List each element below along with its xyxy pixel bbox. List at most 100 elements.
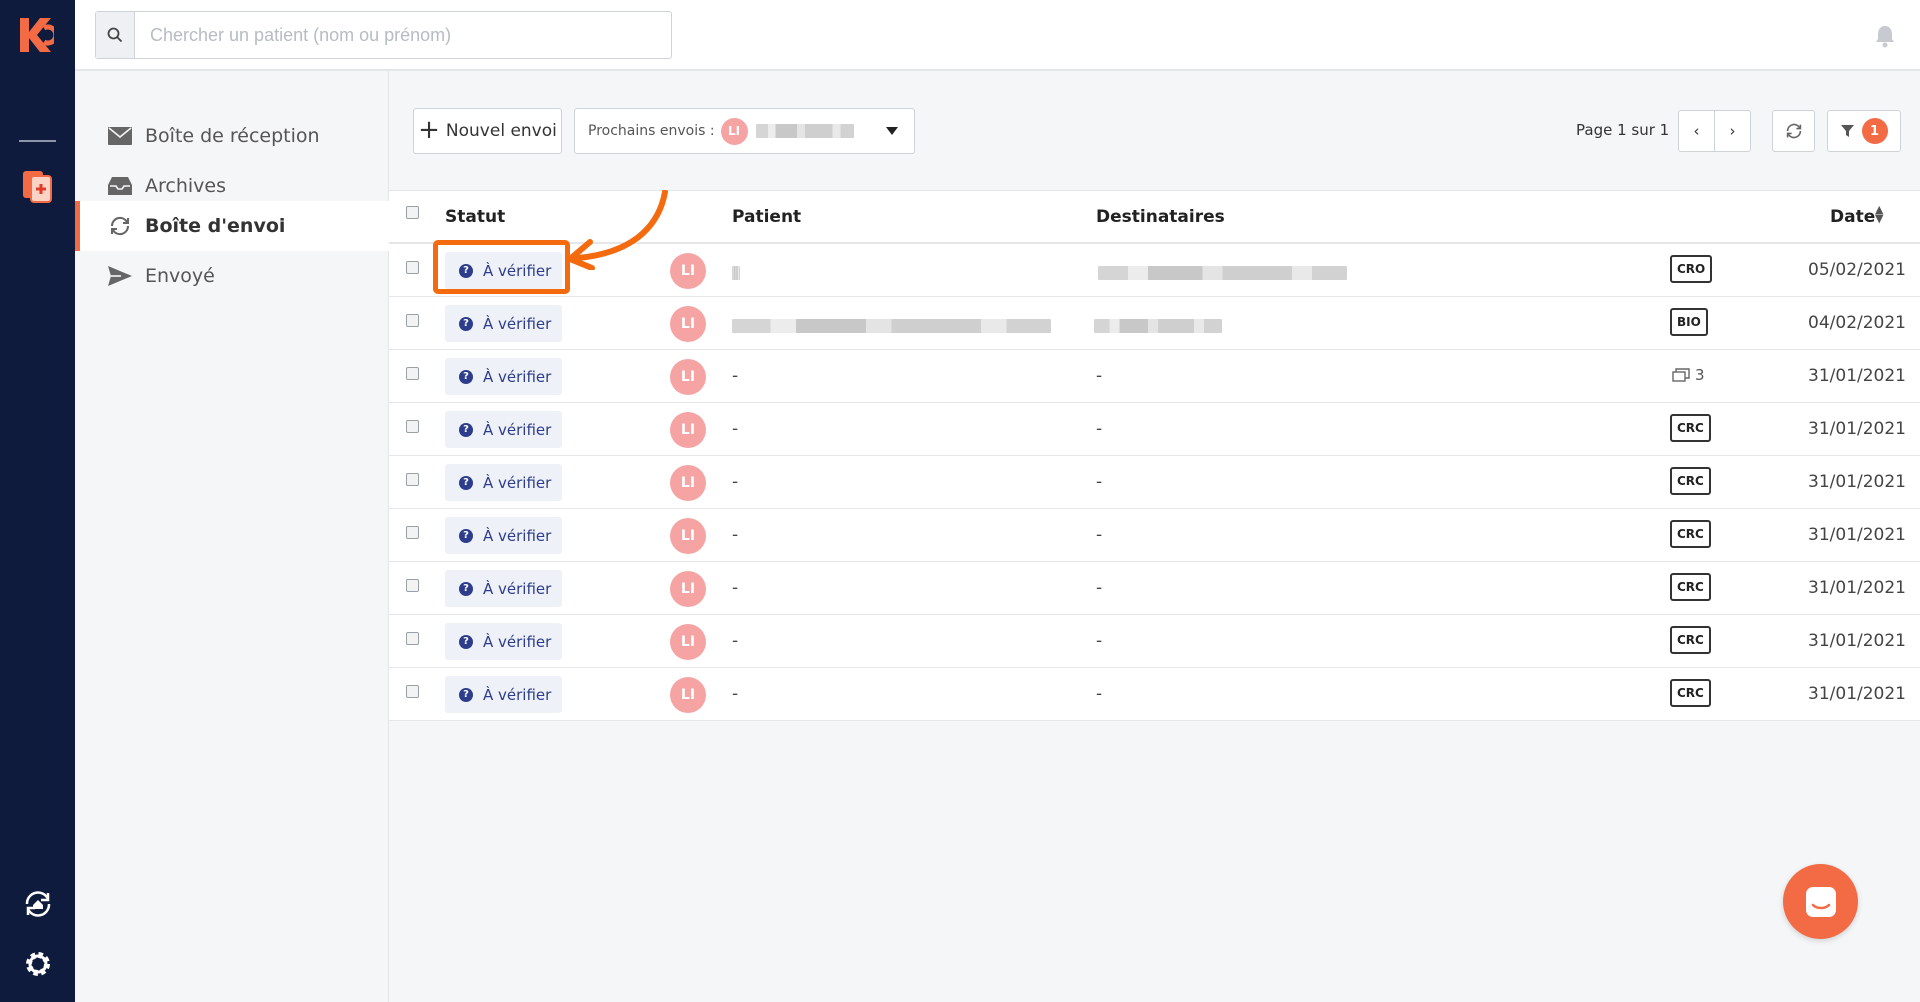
status-badge[interactable]: ? À vérifier xyxy=(445,305,562,342)
pager-text: Page 1 sur 1 xyxy=(1576,121,1670,139)
row-checkbox[interactable] xyxy=(406,367,419,380)
top-bar xyxy=(75,0,1920,71)
plus-icon: + xyxy=(418,114,440,145)
app-rail xyxy=(0,0,75,1002)
avatar: LI xyxy=(720,117,748,145)
sync-home-icon[interactable] xyxy=(22,888,54,920)
status-label: À vérifier xyxy=(483,367,552,386)
status-label: À vérifier xyxy=(483,685,552,704)
row-checkbox[interactable] xyxy=(406,314,419,327)
table-row[interactable]: ? À vérifier LI - - CRC 31/01/2021 xyxy=(389,562,1920,615)
patient-name: - xyxy=(732,366,739,386)
avatar: LI xyxy=(670,624,706,660)
avatar: LI xyxy=(670,412,706,448)
patient-name: - xyxy=(732,472,739,492)
documents-icon[interactable] xyxy=(21,168,55,204)
filter-icon xyxy=(1840,125,1854,137)
status-badge[interactable]: ? À vérifier xyxy=(445,517,562,554)
question-icon: ? xyxy=(459,687,473,702)
previous-page-button[interactable]: ‹ xyxy=(1678,110,1715,152)
avatar: LI xyxy=(670,253,706,289)
table-row[interactable]: ? À vérifier LI - - 3 31/01/2021 xyxy=(389,350,1920,403)
avatar: LI xyxy=(670,571,706,607)
row-date: 31/01/2021 xyxy=(1808,366,1906,386)
status-label: À vérifier xyxy=(483,314,552,333)
documents-stack-icon xyxy=(1672,368,1690,382)
row-checkbox[interactable] xyxy=(406,632,419,645)
row-checkbox[interactable] xyxy=(406,420,419,433)
avatar: LI xyxy=(670,359,706,395)
row-checkbox[interactable] xyxy=(406,685,419,698)
patient-name: - xyxy=(732,684,739,704)
table-row[interactable]: ? À vérifier LI - - CRC 31/01/2021 xyxy=(389,509,1920,562)
column-recipients[interactable]: Destinataires xyxy=(1096,207,1225,227)
row-checkbox[interactable] xyxy=(406,261,419,274)
sidebar-item-sent[interactable]: Envoyé xyxy=(75,251,389,301)
status-label: À vérifier xyxy=(483,261,552,280)
table-row[interactable]: ? À vérifier LI - - CRC 31/01/2021 xyxy=(389,615,1920,668)
sidebar-item-outbox[interactable]: Boîte d'envoi xyxy=(75,201,389,251)
status-badge[interactable]: ? À vérifier xyxy=(445,623,562,660)
sync-icon xyxy=(107,215,133,237)
main-content: + Nouvel envoi Prochains envois : LI Pag… xyxy=(389,71,1920,1002)
row-date: 05/02/2021 xyxy=(1808,260,1906,280)
next-page-button[interactable]: › xyxy=(1714,110,1751,152)
row-date: 31/01/2021 xyxy=(1808,578,1906,598)
status-badge[interactable]: ? À vérifier xyxy=(445,570,562,607)
sort-icon[interactable]: ▲ ▼ xyxy=(1875,204,1883,224)
row-checkbox[interactable] xyxy=(406,579,419,592)
row-checkbox[interactable] xyxy=(406,526,419,539)
sidebar-item-label: Archives xyxy=(145,175,226,197)
question-icon: ? xyxy=(459,422,473,437)
status-label: À vérifier xyxy=(483,473,552,492)
column-date[interactable]: Date xyxy=(1830,207,1875,227)
status-label: À vérifier xyxy=(483,526,552,545)
new-send-button[interactable]: + Nouvel envoi xyxy=(413,108,562,154)
document-count-value: 3 xyxy=(1695,366,1705,384)
document-type-tag: CRO xyxy=(1670,255,1713,283)
search-input[interactable] xyxy=(135,12,671,58)
table-row[interactable]: ? À vérifier LI - - CRC 31/01/2021 xyxy=(389,403,1920,456)
sidebar-item-label: Boîte d'envoi xyxy=(145,215,286,237)
filter-button[interactable]: 1 xyxy=(1827,110,1901,152)
avatar: LI xyxy=(670,677,706,713)
column-patient[interactable]: Patient xyxy=(732,207,801,227)
document-type-tag: CRC xyxy=(1670,679,1711,707)
row-date: 31/01/2021 xyxy=(1808,525,1906,545)
row-checkbox[interactable] xyxy=(406,473,419,486)
table-row[interactable]: ? À vérifier LI CRO 05/02/2021 xyxy=(389,244,1920,297)
chat-launcher-button[interactable] xyxy=(1783,864,1858,939)
document-type-tag: CRC xyxy=(1670,573,1711,601)
sidebar-item-label: Envoyé xyxy=(145,265,215,287)
recipients: - xyxy=(1096,419,1103,439)
status-label: À vérifier xyxy=(483,579,552,598)
row-date: 31/01/2021 xyxy=(1808,419,1906,439)
table-row[interactable]: ? À vérifier LI - - CRC 31/01/2021 xyxy=(389,456,1920,509)
refresh-button[interactable] xyxy=(1772,110,1815,152)
app-logo[interactable] xyxy=(20,18,54,52)
status-badge[interactable]: ? À vérifier xyxy=(445,411,562,448)
bell-icon[interactable] xyxy=(1874,24,1896,48)
rail-divider xyxy=(19,140,56,142)
filter-count-badge: 1 xyxy=(1861,118,1888,144)
envelope-icon xyxy=(107,125,133,147)
table-row[interactable]: ? À vérifier LI - - CRC 31/01/2021 xyxy=(389,668,1920,721)
gear-icon[interactable] xyxy=(22,948,54,980)
upcoming-sends-dropdown[interactable]: Prochains envois : LI xyxy=(574,108,915,154)
status-badge[interactable]: ? À vérifier xyxy=(445,252,562,289)
table-row[interactable]: ? À vérifier LI BIO 04/02/2021 xyxy=(389,297,1920,350)
search-button[interactable] xyxy=(96,12,135,58)
row-date: 31/01/2021 xyxy=(1808,472,1906,492)
chat-icon xyxy=(1805,886,1836,917)
status-badge[interactable]: ? À vérifier xyxy=(445,358,562,395)
redacted-recipients xyxy=(1094,319,1222,333)
question-icon: ? xyxy=(459,528,473,543)
question-icon: ? xyxy=(459,581,473,596)
question-icon: ? xyxy=(459,634,473,649)
column-status[interactable]: Statut xyxy=(445,207,505,227)
sidebar-item-inbox[interactable]: Boîte de réception xyxy=(75,111,389,161)
status-badge[interactable]: ? À vérifier xyxy=(445,464,562,501)
status-badge[interactable]: ? À vérifier xyxy=(445,676,562,713)
select-all-checkbox[interactable] xyxy=(406,206,419,219)
question-icon: ? xyxy=(459,316,473,331)
